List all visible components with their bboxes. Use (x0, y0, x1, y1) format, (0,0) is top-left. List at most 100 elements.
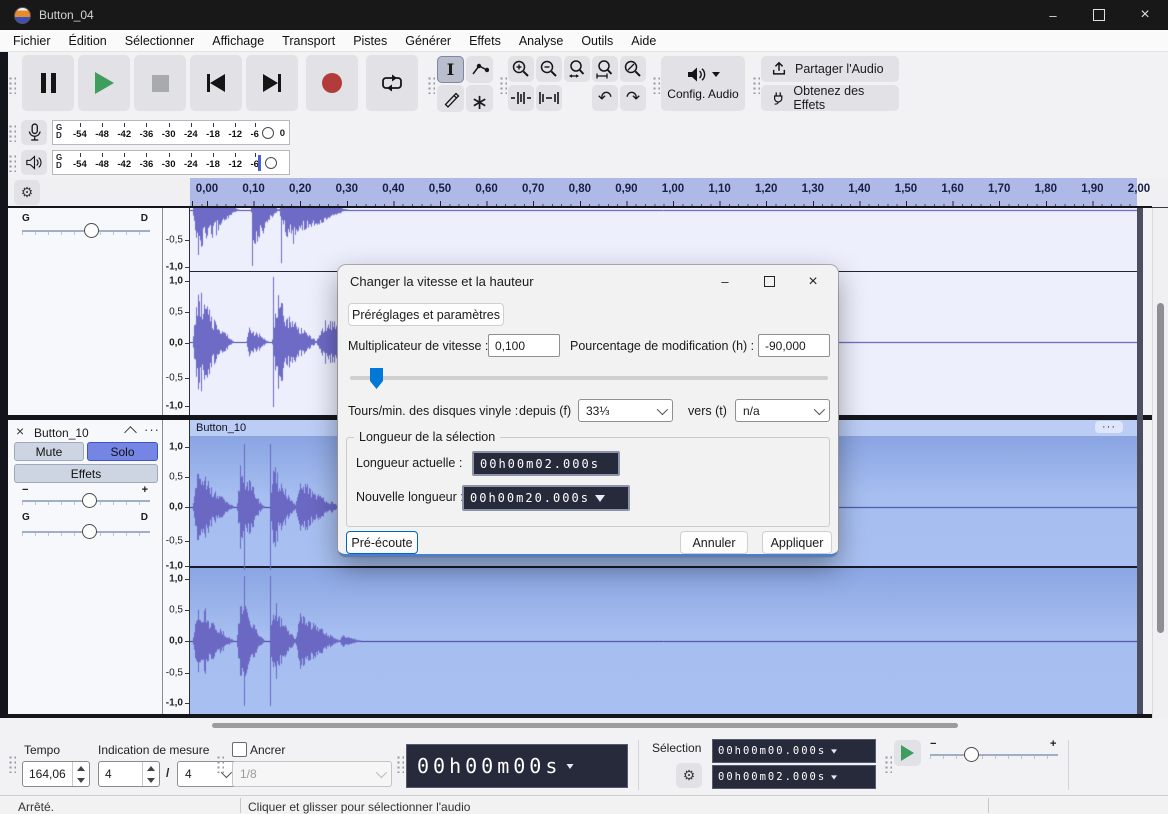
zoom-selection-button[interactable] (564, 56, 590, 82)
track2-gain-slider-thumb[interactable] (82, 493, 97, 508)
recording-meter-grip[interactable] (8, 124, 16, 142)
play-at-speed-grip[interactable] (884, 755, 892, 773)
new-length-dropdown-icon[interactable] (595, 495, 605, 502)
get-effects-button[interactable]: Obtenez des Effets (761, 85, 899, 111)
zoom-toggle-button[interactable] (620, 56, 646, 82)
tempo-down-button[interactable] (73, 774, 89, 786)
timesig-upper-spinner[interactable]: 4 (98, 761, 160, 787)
play-button[interactable] (78, 55, 130, 111)
timesig-lower-select[interactable]: 4 (177, 761, 237, 787)
time-display[interactable]: 00h00m00s (406, 744, 628, 788)
preview-button[interactable]: Pré-écoute (346, 531, 418, 554)
multi-tool-button[interactable]: ∗ (466, 85, 493, 112)
share-toolbar-grip[interactable] (752, 76, 760, 94)
cancel-button[interactable]: Annuler (680, 531, 748, 554)
snap-checkbox[interactable] (232, 742, 247, 757)
current-length-display[interactable]: 00h00m02.000s (472, 451, 620, 476)
vinyl-to-select[interactable]: n/a (735, 399, 830, 422)
track2-close-button[interactable]: × (16, 423, 24, 439)
dialog-minimize-button[interactable]: – (710, 265, 740, 298)
track2-collapse-icon[interactable] (124, 426, 137, 439)
track2-mute-button[interactable]: Mute (14, 442, 84, 461)
apply-button[interactable]: Appliquer (762, 531, 832, 554)
snap-select[interactable]: 1/8 (232, 761, 392, 787)
tempo-up-button[interactable] (73, 762, 89, 774)
horizontal-scrollbar[interactable] (0, 718, 1168, 735)
share-audio-button[interactable]: Partager l'Audio (761, 56, 899, 82)
speed-multiplier-input[interactable]: 0,100 (488, 334, 560, 357)
pause-button[interactable] (22, 55, 74, 111)
window-minimize-button[interactable]: – (1030, 0, 1076, 30)
redo-button[interactable]: ↷ (620, 85, 646, 111)
time-toolbar-grip[interactable] (396, 755, 404, 773)
new-length-display[interactable]: 00h00m20.000s (462, 485, 630, 511)
timesig-up-button[interactable] (143, 762, 159, 774)
speed-slider[interactable] (350, 376, 828, 380)
menu-aide[interactable]: Aide (622, 34, 665, 48)
menu-selectionner[interactable]: Sélectionner (116, 34, 204, 48)
track1-control-panel[interactable]: G D (8, 208, 163, 415)
track2-effects-button[interactable]: Effets (14, 464, 158, 483)
selection-end-display[interactable]: 00h00m02.000s (712, 765, 876, 789)
track2-control-panel[interactable]: × Button_10 ··· Mute Solo Effets − + G D (8, 420, 163, 716)
selection-tool-button[interactable]: I (437, 56, 464, 83)
vruler-track1[interactable]: -0,5-1,01,00,50,0-0,5-1,0 (163, 208, 190, 415)
stop-button[interactable] (134, 55, 186, 111)
vruler-track2[interactable]: 1,00,50,0-0,5-1,01,00,50,0-0,5-1,0 (163, 420, 190, 716)
skip-to-end-button[interactable] (246, 55, 298, 111)
selection-start-display[interactable]: 00h00m00.000s (712, 739, 876, 763)
playback-meter-grip[interactable] (8, 154, 16, 172)
silence-audio-button[interactable] (536, 85, 562, 111)
menu-edition[interactable]: Édition (60, 34, 116, 48)
track2-pan-slider[interactable] (22, 531, 150, 533)
timeline-options-button[interactable]: ⚙ (14, 180, 40, 205)
track2-clip-menu-button[interactable]: ··· (1095, 421, 1123, 433)
menu-affichage[interactable]: Affichage (203, 34, 273, 48)
play-speed-slider[interactable] (930, 754, 1058, 756)
time-display-dropdown-icon[interactable] (567, 764, 574, 769)
track2-solo-button[interactable]: Solo (87, 442, 158, 461)
menu-pistes[interactable]: Pistes (344, 34, 396, 48)
menu-generer[interactable]: Générer (396, 34, 460, 48)
track2-title[interactable]: Button_10 (34, 426, 89, 440)
playback-meter[interactable]: G D -54-48-42-36-30-24-18-12-6 (52, 150, 290, 175)
horizontal-scrollbar-thumb[interactable] (212, 723, 958, 728)
dialog-maximize-button[interactable] (754, 265, 784, 298)
undo-button[interactable]: ↶ (592, 85, 618, 111)
zoom-in-button[interactable] (508, 56, 534, 82)
skip-to-start-button[interactable] (190, 55, 242, 111)
vertical-scrollbar-thumb[interactable] (1157, 303, 1164, 633)
draw-tool-button[interactable] (437, 85, 464, 112)
playback-meter-speaker-button[interactable] (21, 150, 47, 175)
timesig-toolbar-grip[interactable] (8, 755, 16, 773)
vertical-scrollbar[interactable] (1152, 208, 1168, 718)
tempo-spinner[interactable]: 164,06 (22, 761, 90, 787)
track1-pan-slider[interactable] (22, 230, 150, 232)
track2-gain-slider[interactable] (22, 500, 150, 502)
menu-outils[interactable]: Outils (572, 34, 622, 48)
menu-effets[interactable]: Effets (460, 34, 510, 48)
track2-menu-button[interactable]: ··· (144, 422, 160, 437)
zoom-out-button[interactable] (536, 56, 562, 82)
audio-setup-toolbar-grip[interactable] (652, 76, 660, 94)
track1-pan-slider-thumb[interactable] (84, 223, 99, 238)
timeline-ruler[interactable]: ⚙ 0,000,100,200,300,400,500,600,700,800,… (0, 178, 1168, 208)
audio-setup-button[interactable]: Config. Audio (661, 56, 745, 111)
selection-end-dropdown-icon[interactable] (831, 775, 837, 779)
record-button[interactable] (306, 55, 358, 111)
vinyl-from-select[interactable]: 33⅓ (578, 399, 673, 422)
menu-fichier[interactable]: Fichier (4, 34, 60, 48)
window-close-button[interactable]: × (1122, 0, 1168, 30)
selection-options-button[interactable]: ⚙ (676, 763, 702, 788)
speed-slider-thumb[interactable] (370, 368, 383, 389)
selection-start-dropdown-icon[interactable] (831, 749, 837, 753)
menu-transport[interactable]: Transport (273, 34, 344, 48)
dialog-close-button[interactable]: × (796, 265, 830, 298)
recording-meter[interactable]: G D -54-48-42-36-30-24-18-12-6 0 (52, 120, 290, 145)
menu-analyse[interactable]: Analyse (510, 34, 572, 48)
presets-button[interactable]: Préréglages et paramètres (348, 303, 504, 326)
play-at-speed-button[interactable] (894, 740, 921, 766)
loop-button[interactable] (366, 55, 418, 111)
recording-meter-mic-button[interactable] (21, 120, 47, 145)
play-speed-slider-thumb[interactable] (964, 747, 979, 762)
